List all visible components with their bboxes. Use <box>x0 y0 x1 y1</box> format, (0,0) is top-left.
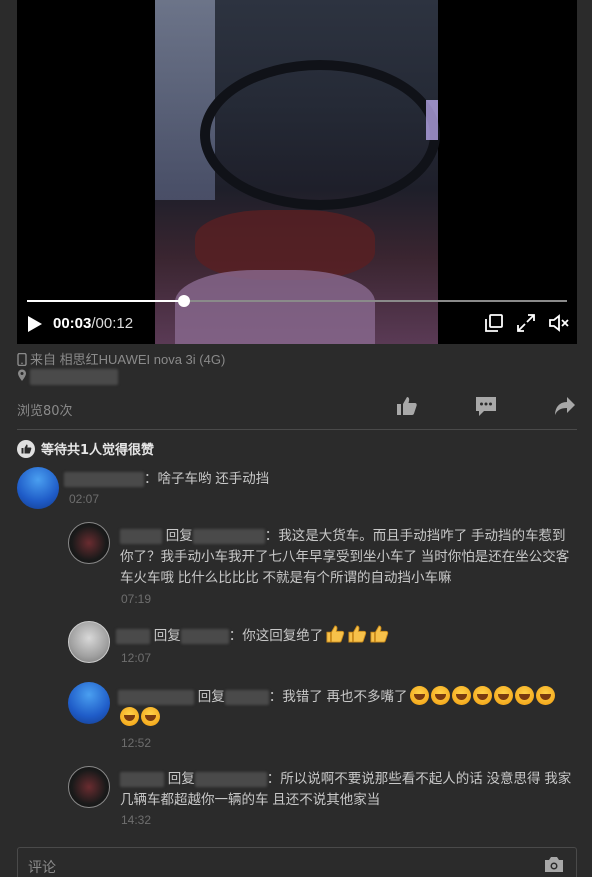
thumbs-up-emoji-icon <box>369 625 389 643</box>
location-pin-icon <box>17 369 27 385</box>
username-redacted[interactable] <box>64 471 144 487</box>
reply-target-redacted[interactable] <box>224 689 269 705</box>
avatar[interactable] <box>17 467 59 509</box>
comment-body: 回复 ：所以说啊不要说那些看不起人的话 没意思得 我家几辆车都超越你一辆的车 且还… <box>120 768 578 810</box>
comment-time: 02:07 <box>69 492 100 506</box>
comment-text: ：啥子车哟 还手动挡 <box>144 471 270 486</box>
likes-summary-text: 等待共1人觉得很赞 <box>41 443 155 458</box>
comment-time: 12:52 <box>121 736 152 750</box>
crying-emoji-icon <box>535 686 555 705</box>
crying-emoji-icon <box>493 686 513 705</box>
comment-body: ：啥子车哟 还手动挡 <box>64 468 564 489</box>
reply-target-redacted[interactable] <box>192 528 265 544</box>
comment-time: 07:19 <box>121 592 152 606</box>
avatar[interactable] <box>68 682 110 724</box>
reply-label: 回复 <box>197 689 225 704</box>
location-redacted <box>30 368 118 385</box>
comment-input[interactable] <box>18 848 528 877</box>
crying-emoji-icon <box>472 686 492 705</box>
progress-fill <box>27 300 184 302</box>
timecode: 00:03/00:12 <box>53 315 133 332</box>
comment-text: ：我错了 再也不多嘴了 <box>268 689 408 704</box>
share-icon[interactable] <box>554 396 576 420</box>
crying-emoji-icon <box>451 686 471 705</box>
video-controls: 00:03/00:12 <box>17 310 577 338</box>
crying-emoji-icon <box>514 686 534 705</box>
crying-emoji-icon <box>409 686 429 705</box>
video-player[interactable]: 00:03/00:12 <box>17 0 577 344</box>
comment-icon[interactable] <box>475 396 497 421</box>
reply-label: 回复 <box>165 528 193 543</box>
crying-emoji-icon <box>430 686 450 705</box>
reply-label: 回复 <box>167 771 195 786</box>
picture-in-picture-icon[interactable] <box>485 314 503 336</box>
location[interactable] <box>17 368 118 385</box>
thumbs-up-icon[interactable] <box>396 396 418 420</box>
thumbs-up-emoji-icon <box>325 625 345 643</box>
thumbs-up-emoji-icon <box>347 625 367 643</box>
progress-knob[interactable] <box>177 295 190 307</box>
view-count: 浏览80次 <box>17 404 73 419</box>
device-source: 来自 相思红HUAWEI nova 3i (4G) <box>17 349 225 369</box>
comment-text: ：你这回复绝了 <box>228 628 324 643</box>
comment-time: 12:07 <box>121 651 152 665</box>
comment-body: 回复 ：我这是大货车。而且手动挡咋了 手动挡的车惹到你了？我手动小车我开了七八年早… <box>120 525 578 588</box>
like-badge-icon <box>17 439 35 458</box>
mute-icon[interactable] <box>549 314 569 336</box>
reply-target-redacted[interactable] <box>194 771 267 787</box>
username-redacted[interactable] <box>120 528 162 544</box>
comment-box <box>17 847 577 877</box>
username-redacted[interactable] <box>120 771 164 787</box>
current-time: 00:03 <box>53 315 92 332</box>
phone-icon <box>17 352 27 369</box>
fullscreen-icon[interactable] <box>517 314 535 336</box>
comment-body: 回复 ：我错了 再也不多嘴了 <box>118 686 573 728</box>
likes-summary[interactable]: 等待共1人觉得很赞 <box>17 439 154 458</box>
reply-label: 回复 <box>153 628 181 643</box>
crying-emoji-icon <box>120 707 139 726</box>
camera-icon[interactable] <box>544 856 564 877</box>
avatar[interactable] <box>68 621 110 663</box>
device-source-text: 来自 相思红HUAWEI nova 3i (4G) <box>30 352 226 367</box>
video-frame <box>155 0 440 344</box>
reply-target-redacted[interactable] <box>180 628 229 644</box>
comment-time: 14:32 <box>121 813 152 827</box>
crying-emoji-icon <box>141 707 160 726</box>
play-icon[interactable] <box>27 315 43 337</box>
progress-bar[interactable] <box>27 295 567 307</box>
avatar[interactable] <box>68 522 110 564</box>
comment-body: 回复 ：你这回复绝了 <box>116 625 576 646</box>
divider <box>17 429 577 430</box>
username-redacted[interactable] <box>118 689 194 705</box>
avatar[interactable] <box>68 766 110 808</box>
total-time: 00:12 <box>95 315 134 332</box>
username-redacted[interactable] <box>116 628 150 644</box>
